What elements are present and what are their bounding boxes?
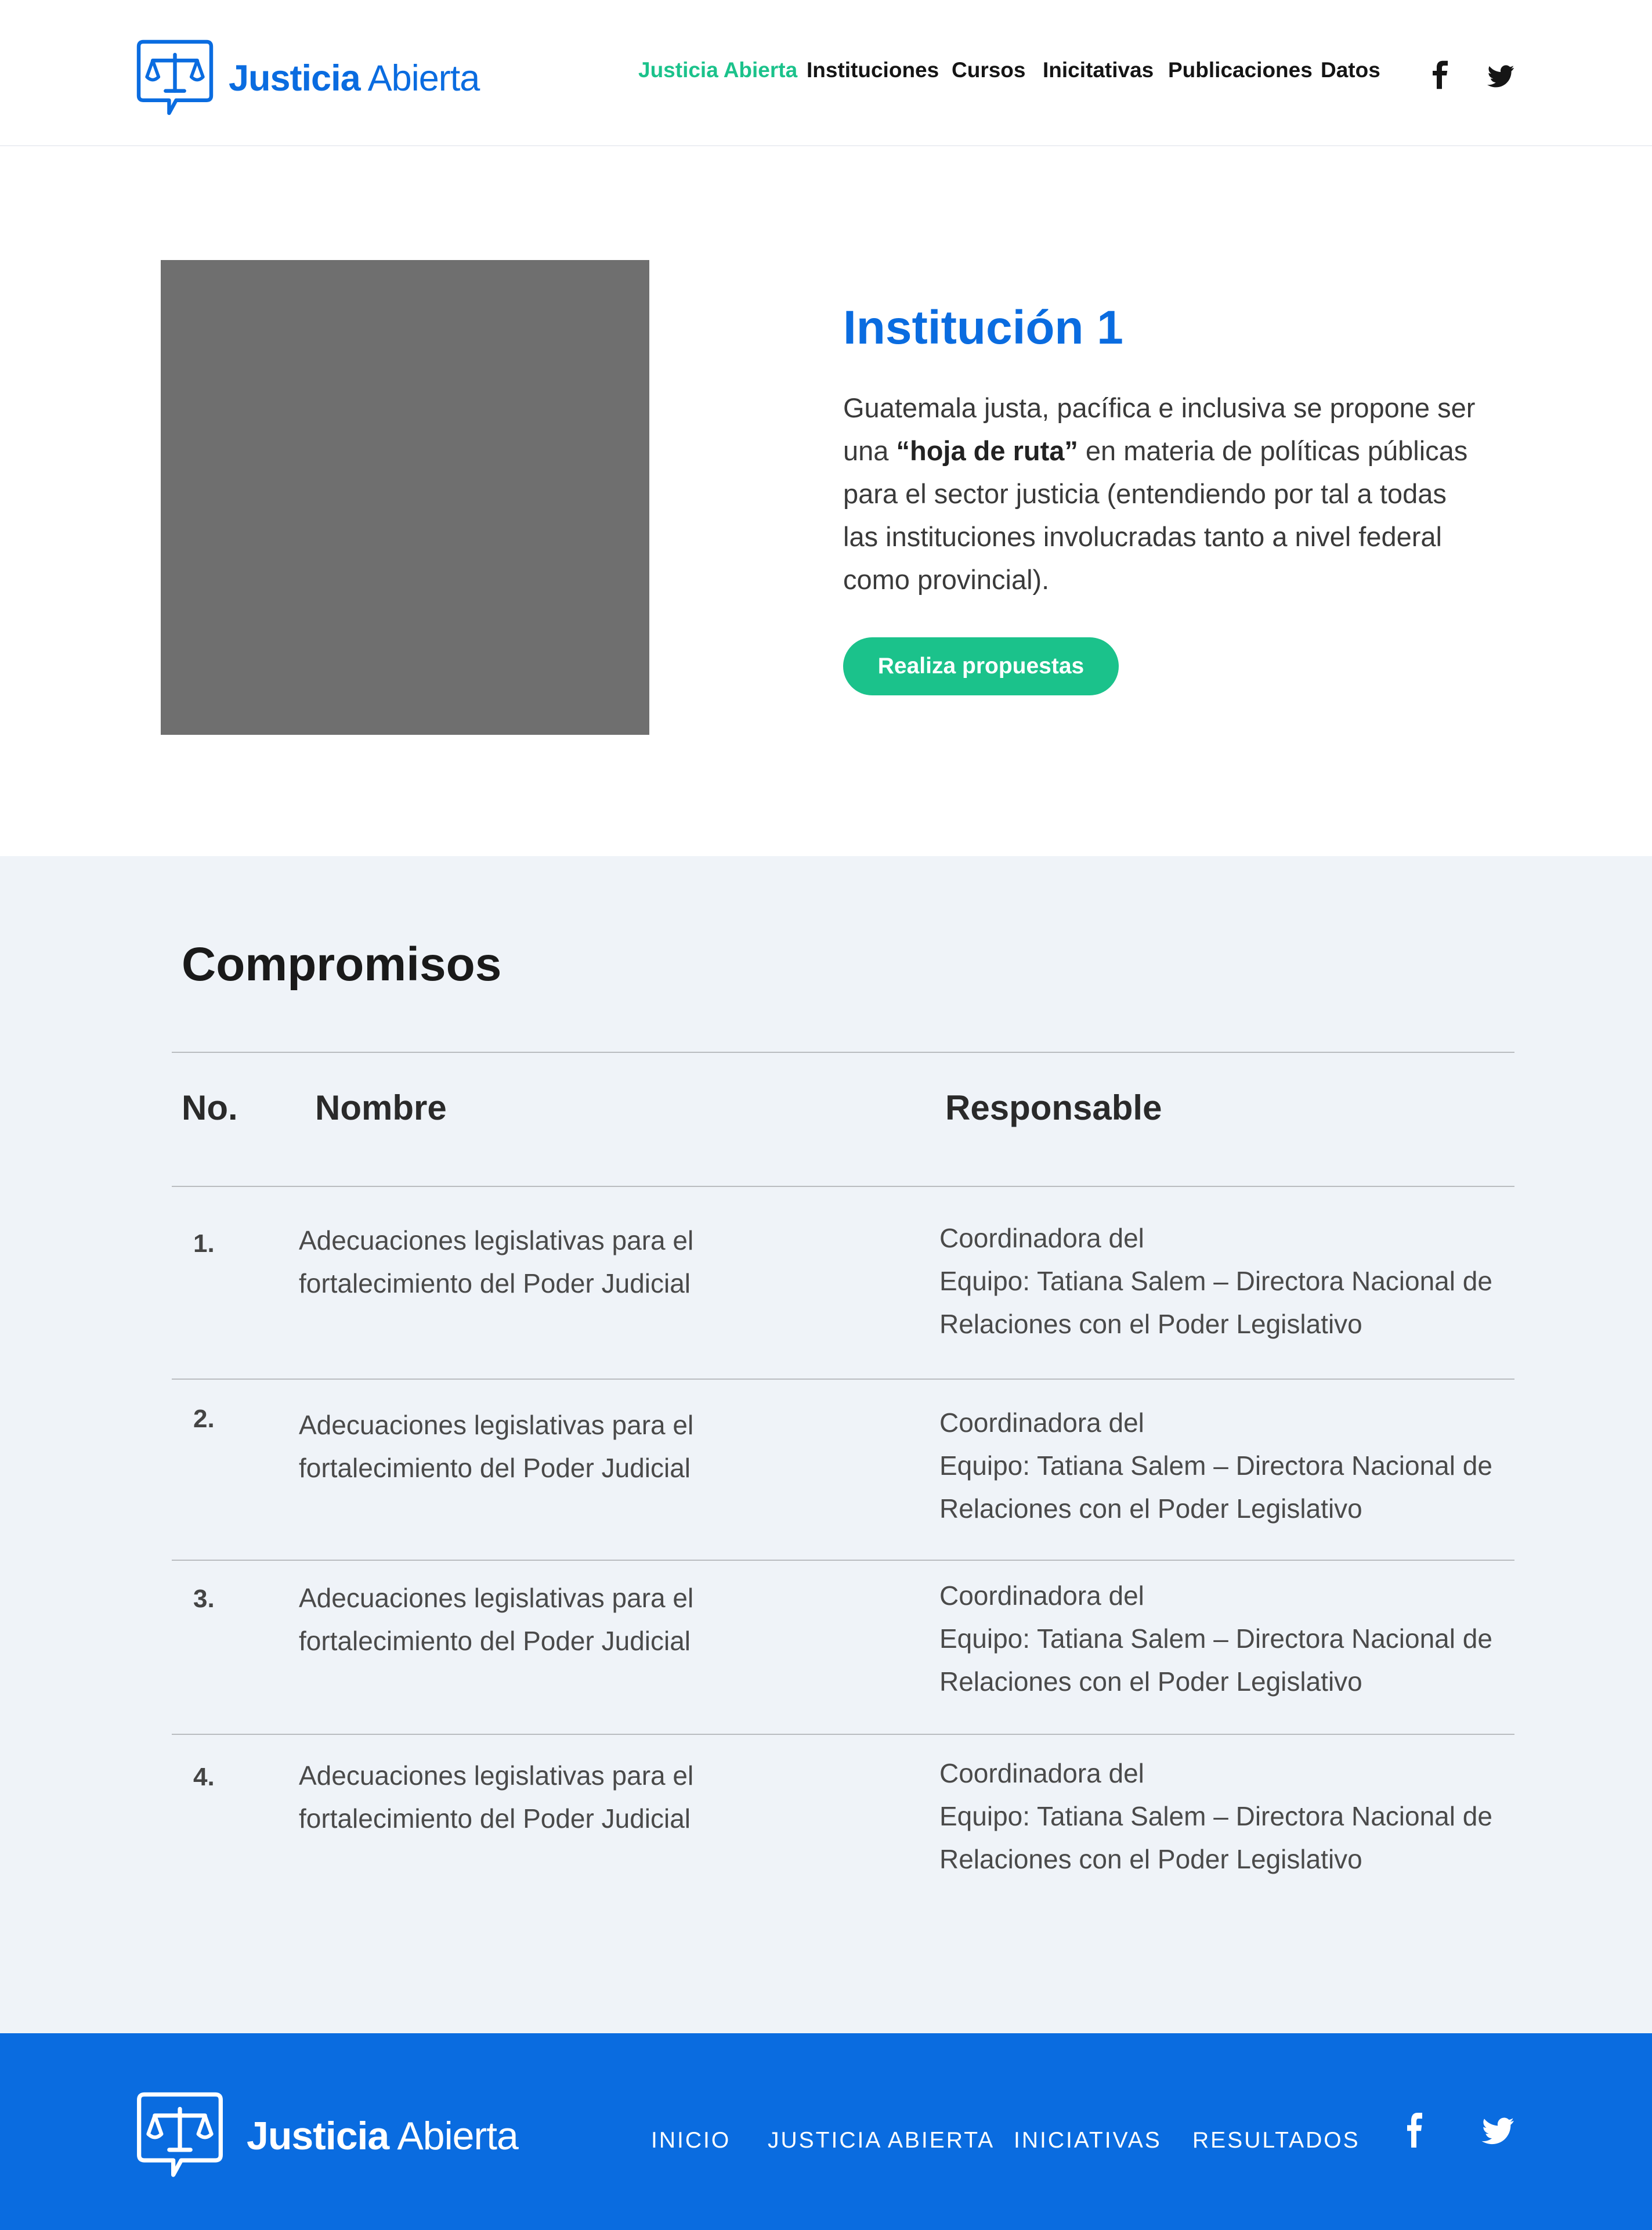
responsible-line-2: Equipo: Tatiana Salem – Directora Nacion…	[939, 1801, 1492, 1874]
responsible-line-1: Coordinadora del	[939, 1581, 1144, 1611]
brand-name-bold: Justicia	[247, 2114, 389, 2158]
nav-item-justicia-abierta[interactable]: Justicia Abierta	[638, 58, 797, 82]
institution-image-placeholder	[161, 260, 649, 735]
commitment-responsible: Coordinadora del Equipo: Tatiana Salem –…	[939, 1574, 1496, 1703]
table-divider	[172, 1052, 1514, 1053]
responsible-line-2: Equipo: Tatiana Salem – Directora Nacion…	[939, 1623, 1492, 1697]
responsible-line-2: Equipo: Tatiana Salem – Directora Nacion…	[939, 1266, 1492, 1339]
make-proposals-button[interactable]: Realiza propuestas	[843, 637, 1119, 695]
nav-item-datos[interactable]: Datos	[1321, 58, 1380, 82]
table-row: 4. Adecuaciones legislativas para el for…	[172, 1734, 1514, 1914]
table-row: 1. Adecuaciones legislativas para el for…	[172, 1186, 1514, 1379]
row-number: 2.	[193, 1405, 215, 1433]
footer-nav-inicio[interactable]: INICIO	[651, 2128, 731, 2153]
responsible-line-1: Coordinadora del	[939, 1408, 1144, 1438]
footer-nav-iniciativas[interactable]: INICIATIVAS	[1014, 2128, 1162, 2153]
column-header-responsible: Responsable	[945, 1088, 1162, 1127]
institution-title: Institución 1	[843, 301, 1123, 354]
column-header-no: No.	[182, 1088, 238, 1127]
footer-twitter-link[interactable]	[1481, 2117, 1514, 2148]
column-header-name: Nombre	[315, 1088, 447, 1127]
table-row: 3. Adecuaciones legislativas para el for…	[172, 1560, 1514, 1734]
responsible-line-1: Coordinadora del	[939, 1758, 1144, 1788]
twitter-icon	[1487, 65, 1514, 88]
twitter-icon	[1481, 2117, 1514, 2145]
brand-name-light: Abierta	[397, 2114, 518, 2158]
site-footer: Justicia Abierta INICIO JUSTICIA ABIERTA…	[0, 2033, 1652, 2230]
nav-item-cursos[interactable]: Cursos	[952, 58, 1025, 82]
facebook-icon	[1407, 2112, 1422, 2148]
row-number: 3.	[193, 1585, 215, 1613]
compromisos-section: Compromisos No. Nombre Responsable 1. Ad…	[0, 856, 1652, 2033]
nav-item-instituciones[interactable]: Instituciones	[807, 58, 939, 82]
scales-of-justice-icon	[137, 2092, 223, 2177]
row-number: 4.	[193, 1763, 215, 1791]
brand-name-bold: Justicia	[229, 58, 361, 99]
facebook-icon	[1433, 60, 1448, 89]
table-row: 2. Adecuaciones legislativas para el for…	[172, 1379, 1514, 1560]
nav-item-inicitativas[interactable]: Inicitativas	[1043, 58, 1154, 82]
commitment-name: Adecuaciones legislativas para el fortal…	[299, 1760, 694, 1834]
row-number: 1.	[193, 1229, 215, 1258]
commitment-responsible: Coordinadora del Equipo: Tatiana Salem –…	[939, 1752, 1496, 1881]
commitment-name: Adecuaciones legislativas para el fortal…	[299, 1225, 694, 1298]
footer-nav-resultados[interactable]: RESULTADOS	[1192, 2128, 1360, 2153]
site-header: Justicia Abierta Justicia Abierta Instit…	[0, 0, 1652, 146]
nav-item-publicaciones[interactable]: Publicaciones	[1168, 58, 1313, 82]
commitment-name: Adecuaciones legislativas para el fortal…	[299, 1410, 694, 1483]
institution-description: Guatemala justa, pacífica e inclusiva se…	[843, 387, 1487, 601]
footer-logo[interactable]: Justicia Abierta	[136, 2092, 519, 2180]
responsible-line-1: Coordinadora del	[939, 1223, 1144, 1253]
commitment-responsible: Coordinadora del Equipo: Tatiana Salem –…	[939, 1217, 1496, 1345]
footer-facebook-link[interactable]	[1401, 2112, 1427, 2151]
brand-name: Justicia Abierta	[229, 58, 480, 99]
twitter-link[interactable]	[1487, 65, 1514, 88]
scales-of-justice-icon	[136, 39, 214, 116]
commitment-name: Adecuaciones legislativas para el fortal…	[299, 1583, 694, 1656]
commitment-responsible: Coordinadora del Equipo: Tatiana Salem –…	[939, 1401, 1496, 1530]
section-title: Compromisos	[182, 938, 502, 991]
responsible-line-2: Equipo: Tatiana Salem – Directora Nacion…	[939, 1450, 1492, 1524]
brand-name: Justicia Abierta	[247, 2114, 519, 2158]
brand-name-light: Abierta	[367, 58, 480, 99]
description-highlight: “hoja de ruta”	[896, 435, 1078, 466]
footer-nav-justicia-abierta[interactable]: JUSTICIA ABIERTA	[768, 2128, 995, 2153]
facebook-link[interactable]	[1427, 60, 1452, 89]
header-logo[interactable]: Justicia Abierta	[136, 39, 480, 118]
